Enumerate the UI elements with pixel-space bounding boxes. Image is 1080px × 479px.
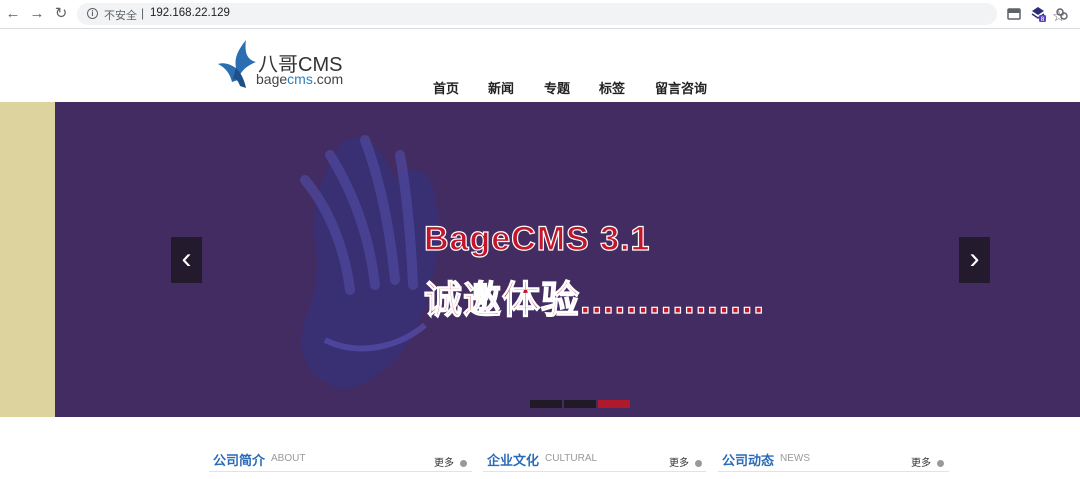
browser-toolbar: ← → ↻ i 不安全 | 192.168.22.129 ☆ 8 (0, 0, 1080, 29)
info-icon[interactable]: i (87, 8, 98, 19)
url-text[interactable]: 192.168.22.129 (150, 7, 230, 19)
separator: | (141, 6, 145, 20)
banner-subline: 诚邀体验................ (423, 279, 765, 322)
more-icon (460, 459, 467, 467)
banner-headline: BageCMS 3.1 (423, 219, 651, 258)
banner-side-strip (0, 102, 55, 417)
back-icon[interactable]: ← (3, 4, 23, 24)
nav-home[interactable]: 首页 (433, 78, 459, 97)
extension-store-icon[interactable] (1006, 6, 1022, 22)
next-slide-button[interactable]: › (959, 237, 990, 283)
forward-icon[interactable]: → (27, 4, 47, 24)
section-news: 公司动态 NEWS 更多 (718, 448, 949, 472)
nav-guestbook[interactable]: 留言咨询 (655, 78, 707, 97)
slide-dot-2[interactable] (564, 400, 596, 408)
more-icon (937, 459, 944, 467)
section-culture: 企业文化 CULTURAL 更多 (483, 448, 706, 472)
more-icon (695, 459, 702, 467)
section-about: 公司简介 ABOUT 更多 (209, 448, 472, 472)
section-title: 公司简介 (213, 453, 266, 468)
nav-topics[interactable]: 专题 (544, 78, 570, 97)
hero-banner: BageCMS 3.1 诚邀体验................ ‹ › (55, 102, 1080, 417)
section-subtitle: NEWS (780, 453, 810, 464)
section-title: 企业文化 (487, 453, 540, 468)
nav-tags[interactable]: 标签 (599, 78, 625, 97)
nav-news[interactable]: 新闻 (488, 78, 514, 97)
section-title: 公司动态 (722, 453, 775, 468)
logo-domain[interactable]: bagecms.com (256, 71, 343, 87)
puzzle-icon[interactable] (1054, 6, 1070, 22)
more-link[interactable]: 更多 (434, 454, 467, 469)
more-link[interactable]: 更多 (911, 454, 944, 469)
section-subtitle: CULTURAL (545, 453, 598, 464)
extension-icon[interactable]: 8 (1030, 6, 1046, 22)
address-bar[interactable]: i 不安全 | 192.168.22.129 ☆ (77, 3, 1065, 25)
logo-bird-icon (218, 40, 256, 88)
reload-icon[interactable]: ↻ (51, 4, 71, 24)
more-link[interactable]: 更多 (669, 454, 702, 469)
prev-slide-button[interactable]: ‹ (171, 237, 202, 283)
section-subtitle: ABOUT (271, 453, 306, 464)
slide-dot-3[interactable] (598, 400, 630, 408)
security-label: 不安全 (104, 10, 137, 22)
slide-dot-1[interactable] (530, 400, 562, 408)
extension-badge: 8 (1041, 16, 1045, 22)
